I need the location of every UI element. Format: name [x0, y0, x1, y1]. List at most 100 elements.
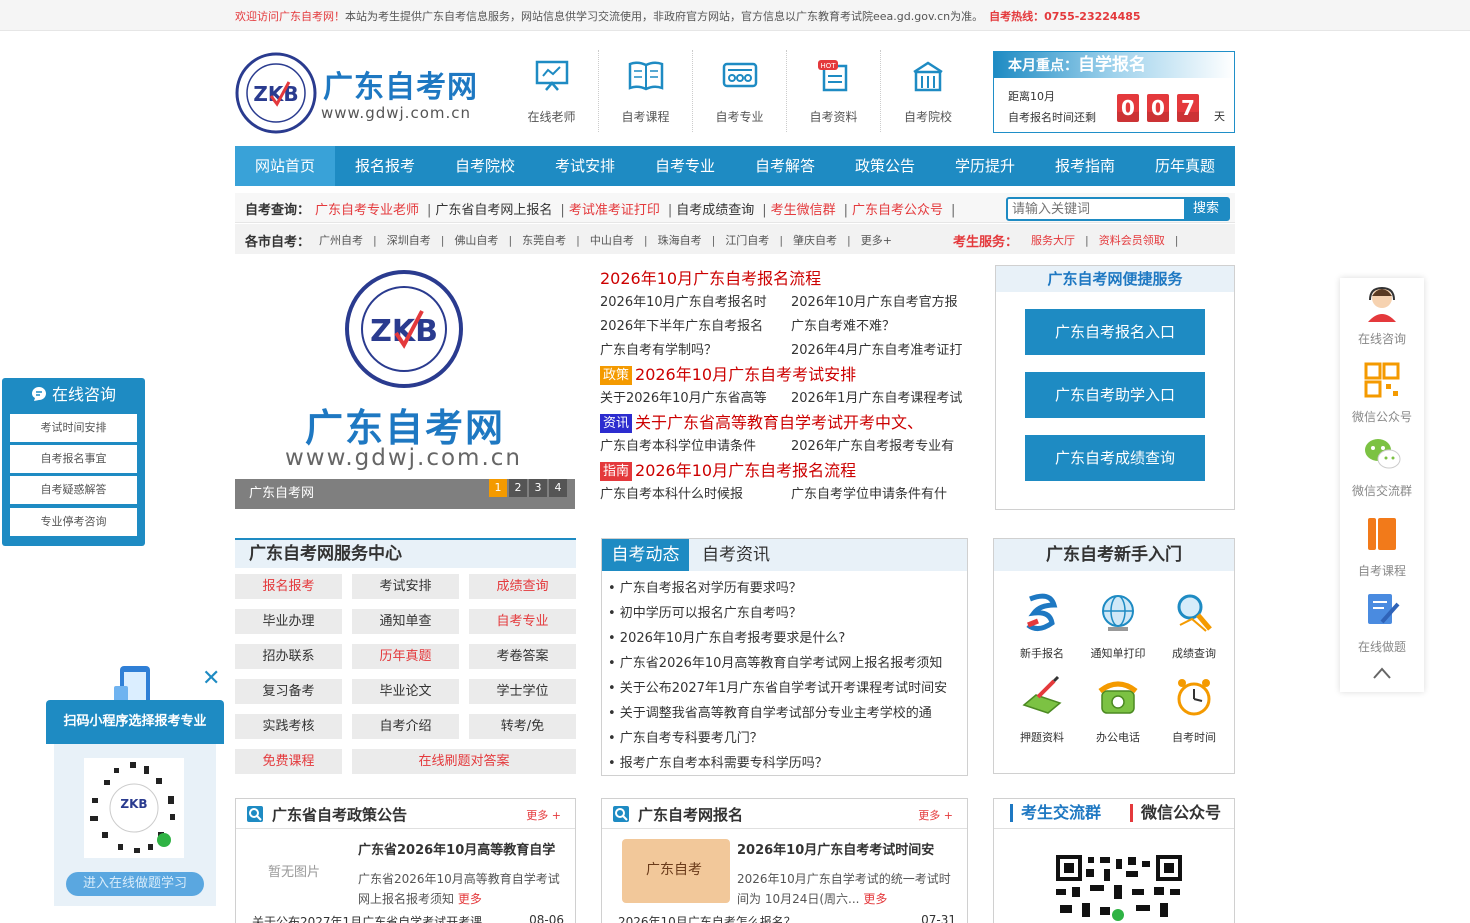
news-headline[interactable]: 2026年10月广东自考报名流程 [600, 265, 980, 291]
close-icon[interactable]: ✕ [202, 666, 220, 691]
service-button[interactable]: 实践考核 [235, 714, 342, 739]
news-link[interactable]: 广东自考本科学位申请条件 [600, 435, 780, 459]
banner-page-dot[interactable]: 2 [509, 479, 527, 497]
news-link[interactable]: 2026年广东自考报考专业有 [791, 435, 971, 459]
service-button[interactable]: 考卷答案 [469, 644, 576, 669]
nav-icon-course[interactable]: 自考课程 [599, 50, 693, 132]
service-link[interactable]: 资料会员领取 [1099, 234, 1165, 247]
nav-icon-school[interactable]: 自考院校 [881, 50, 975, 132]
service-button[interactable]: 通知单查 [352, 609, 459, 634]
chevron-up-icon[interactable] [1372, 666, 1392, 680]
nav-answers[interactable]: 自考解答 [735, 146, 835, 186]
banner-slider[interactable]: ZKB 广东自考网 www.gdwj.com.cn 广东自考网 1234 [235, 265, 575, 509]
service-button[interactable]: 毕业办理 [235, 609, 342, 634]
nav-policy[interactable]: 政策公告 [835, 146, 935, 186]
list-item[interactable]: 2026年10月广东自考怎么报名？ 07-31 [618, 913, 964, 923]
list-item[interactable]: 关于公布2027年1月广东省自学考试开考课 08-06 [252, 913, 572, 923]
nav-schools[interactable]: 自考院校 [435, 146, 535, 186]
newbie-item-notice-print[interactable]: 通知单打印 [1080, 591, 1156, 661]
tab-student-group[interactable]: 考生交流群 [1010, 804, 1101, 822]
query-link[interactable]: 考生微信群 [771, 203, 836, 218]
news-link[interactable]: 2026年10月广东自考官方报 [791, 291, 971, 315]
newbie-item-materials[interactable]: 押题资料 [1004, 675, 1080, 745]
nav-home[interactable]: 网站首页 [235, 146, 335, 186]
banner-page-dot[interactable]: 1 [489, 479, 507, 497]
right-wechat-account-item[interactable]: 微信公众号 [1340, 360, 1424, 425]
enroll-more-link[interactable]: 更多 + [918, 807, 953, 823]
service-button[interactable]: 学士学位 [469, 679, 576, 704]
service-link[interactable]: 服务大厅 [1031, 234, 1075, 247]
score-query-button[interactable]: 广东自考成绩查询 [1025, 435, 1205, 481]
city-link[interactable]: 珠海自考 [658, 234, 702, 247]
left-consult-item[interactable]: 自考报名事宜 [10, 445, 137, 473]
list-item[interactable]: • 广东省2026年10月高等教育自学考试网上报名报考须知 [608, 652, 966, 671]
city-link-more[interactable]: 更多+ [861, 234, 892, 247]
right-quiz-item[interactable]: 在线做题 [1340, 590, 1424, 655]
nav-upgrade[interactable]: 学历提升 [935, 146, 1035, 186]
policy-item-more[interactable]: 更多 [458, 892, 482, 906]
news-link[interactable]: 2026年1月广东自考课程考试 [791, 387, 971, 411]
query-link[interactable]: 广东自考专业老师 [315, 203, 419, 218]
service-button[interactable]: 自考介绍 [352, 714, 459, 739]
news-link[interactable]: 广东自考难不难？ [791, 315, 971, 339]
news-link[interactable]: 关于2026年10月广东省高等 [600, 387, 780, 411]
city-link[interactable]: 江门自考 [725, 234, 769, 247]
news-tag-row[interactable]: 政策 2026年10月广东自考考试安排 [600, 363, 980, 387]
online-quiz-button[interactable]: 在线刷题对答案 [352, 749, 576, 774]
list-item[interactable]: • 广东自考专科要考几门？ [608, 727, 966, 746]
news-link[interactable]: 2026年4月广东自考准考证打 [791, 339, 971, 363]
service-button[interactable]: 复习备考 [235, 679, 342, 704]
query-link[interactable]: 考试准考证打印 [569, 203, 660, 218]
site-logo[interactable]: ZKB 广东自考网 www.gdwj.com.cn [235, 52, 477, 134]
left-consult-item[interactable]: 自考疑惑解答 [10, 476, 137, 504]
mini-program-code-icon[interactable]: ZKB [84, 758, 184, 858]
service-button[interactable]: 自考专业 [469, 609, 576, 634]
hotline-text[interactable]: 自考热线：0755-23224485 [989, 10, 1140, 23]
news-tag-row[interactable]: 指南 2026年10月广东自考报名流程 [600, 459, 980, 483]
news-link[interactable]: 2026年下半年广东自考报名 [600, 315, 780, 339]
service-button[interactable]: 历年真题 [352, 644, 459, 669]
newbie-item-phone[interactable]: 办公电话 [1080, 675, 1156, 745]
left-consult-title[interactable]: 在线咨询 [2, 378, 145, 412]
enroll-item-more[interactable]: 更多 [863, 892, 887, 906]
service-button[interactable]: 报名报考 [235, 574, 342, 599]
newbie-item-register[interactable]: 新手报名 [1004, 591, 1080, 661]
service-button[interactable]: 转考/免 [469, 714, 576, 739]
tab-info[interactable]: 自考资讯 [702, 539, 770, 571]
service-button[interactable]: 招办联系 [235, 644, 342, 669]
city-link[interactable]: 东莞自考 [522, 234, 566, 247]
nav-register[interactable]: 报名报考 [335, 146, 435, 186]
city-link[interactable]: 深圳自考 [387, 234, 431, 247]
list-item[interactable]: • 初中学历可以报名广东自考吗？ [608, 602, 966, 621]
nav-exam-schedule[interactable]: 考试安排 [535, 146, 635, 186]
list-item[interactable]: • 关于调整我省高等教育自学考试部分专业主考学校的通 [608, 702, 966, 721]
news-link[interactable]: 广东自考本科什么时候报 [600, 483, 780, 507]
query-link[interactable]: 广东省自考网上报名 [435, 203, 552, 218]
news-link[interactable]: 2026年10月广东自考报名时 [600, 291, 780, 315]
list-item[interactable]: • 2026年10月广东自考报考要求是什么? [608, 627, 966, 646]
right-course-item[interactable]: 自考课程 [1340, 514, 1424, 579]
city-link[interactable]: 肇庆自考 [793, 234, 837, 247]
query-link[interactable]: 自考成绩查询 [676, 203, 754, 218]
nav-icon-material[interactable]: HOT 自考资料 [787, 50, 881, 132]
banner-page-dot[interactable]: 4 [549, 479, 567, 497]
policy-item-title[interactable]: 广东省2026年10月高等教育自学 [358, 839, 568, 858]
free-course-button[interactable]: 免费课程 [235, 749, 342, 774]
enroll-thumbnail[interactable]: 广东自考 [622, 839, 730, 903]
tab-dynamic[interactable]: 自考动态 [602, 539, 689, 571]
service-button[interactable]: 毕业论文 [352, 679, 459, 704]
tab-wechat-account[interactable]: 微信公众号 [1130, 804, 1221, 822]
left-consult-item[interactable]: 考试时间安排 [10, 414, 137, 442]
news-link[interactable]: 广东自考有学制吗？ [600, 339, 780, 363]
city-link[interactable]: 佛山自考 [454, 234, 498, 247]
search-button[interactable]: 搜索 [1184, 199, 1228, 219]
assist-entry-button[interactable]: 广东自考助学入口 [1025, 372, 1205, 418]
left-consult-item[interactable]: 专业停考咨询 [10, 508, 137, 536]
search-input[interactable] [1012, 200, 1182, 218]
nav-past-papers[interactable]: 历年真题 [1135, 146, 1235, 186]
policy-more-link[interactable]: 更多 + [526, 807, 561, 823]
news-tag-row[interactable]: 资讯 关于广东省高等教育自学考试开考中文、 [600, 411, 980, 435]
newbie-item-score[interactable]: 成绩查询 [1156, 591, 1232, 661]
banner-page-dot[interactable]: 3 [529, 479, 547, 497]
city-link[interactable]: 广州自考 [319, 234, 363, 247]
